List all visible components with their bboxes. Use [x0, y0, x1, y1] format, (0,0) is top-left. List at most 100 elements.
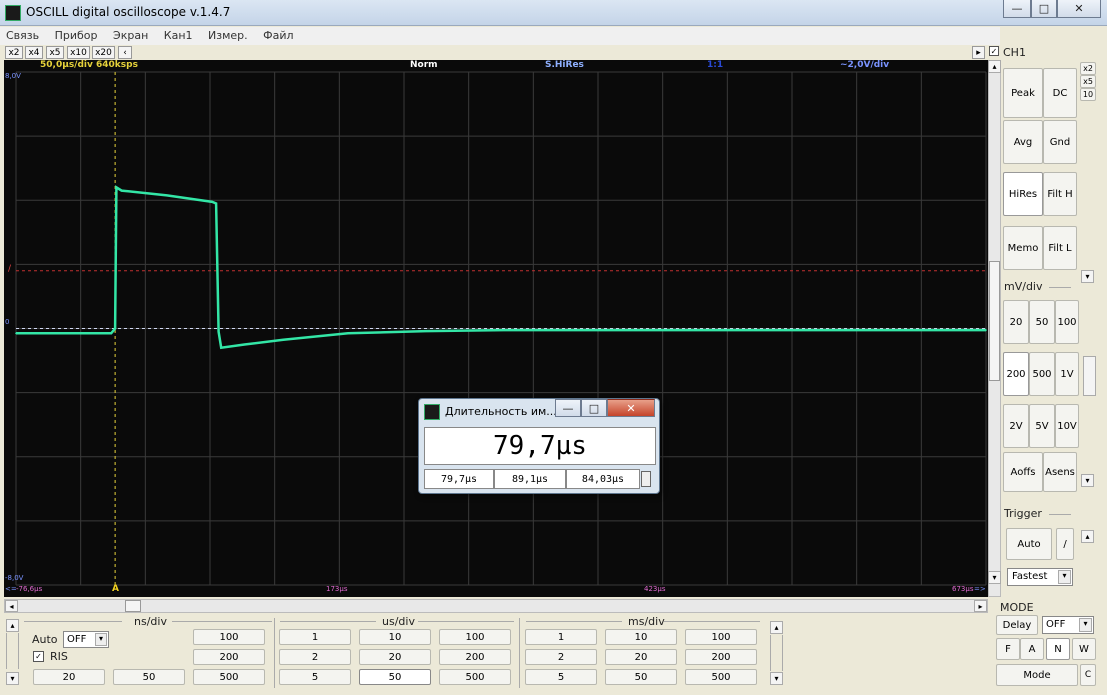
dialog-minimize-button[interactable]: — — [555, 399, 581, 417]
asens-button[interactable]: Asens — [1043, 452, 1077, 492]
ms-scroll-down[interactable]: ▾ — [770, 672, 783, 685]
mode-button[interactable]: Mode — [996, 664, 1078, 686]
v-10-button[interactable]: 10V — [1055, 404, 1079, 448]
vertical-scrollbar[interactable]: ▴ ▾ — [988, 60, 1001, 597]
ms-50-button[interactable]: 50 — [605, 669, 677, 685]
ms-5-button[interactable]: 5 — [525, 669, 597, 685]
ns-100-button[interactable]: 100 — [193, 629, 265, 645]
ms-20-button[interactable]: 20 — [605, 649, 677, 665]
us-50-button[interactable]: 50 — [359, 669, 431, 685]
ms-200-button[interactable]: 200 — [685, 649, 757, 665]
probe-x5-button[interactable]: x5 — [1080, 75, 1096, 88]
zoom-x10[interactable]: x10 — [67, 46, 90, 59]
ns-20-button[interactable]: 20 — [33, 669, 105, 685]
scope-screen[interactable]: 50,0µs/div 640ksps Norm S.HiRes 1:1 ~2,0… — [4, 60, 988, 597]
mode-w-button[interactable]: W — [1072, 638, 1096, 660]
us-20-button[interactable]: 20 — [359, 649, 431, 665]
v-5-button[interactable]: 5V — [1029, 404, 1055, 448]
scroll-right-arrow[interactable]: ▸ — [974, 600, 987, 612]
ms-100-button[interactable]: 100 — [685, 629, 757, 645]
mode-n-button[interactable]: N — [1046, 638, 1070, 660]
peak-button[interactable]: Peak — [1003, 68, 1043, 118]
memo-button[interactable]: Memo — [1003, 226, 1043, 270]
mode-f-button[interactable]: F — [996, 638, 1020, 660]
minimize-button[interactable]: — — [1003, 0, 1031, 18]
us-1-button[interactable]: 1 — [279, 629, 351, 645]
mv-50-button[interactable]: 50 — [1029, 300, 1055, 344]
mv-100-button[interactable]: 100 — [1055, 300, 1079, 344]
ns-scroll-up[interactable]: ▴ — [6, 619, 19, 632]
panel-scroll-down-1[interactable]: ▾ — [1081, 270, 1094, 283]
mv-200-button[interactable]: 200 — [1003, 352, 1029, 396]
panel-scroll-down-2[interactable]: ▾ — [1081, 474, 1094, 487]
us-500-button[interactable]: 500 — [439, 669, 511, 685]
maximize-button[interactable]: □ — [1031, 0, 1057, 18]
ns-500-button[interactable]: 500 — [193, 669, 265, 685]
us-5-button[interactable]: 5 — [279, 669, 351, 685]
auto-select[interactable]: OFF ▾ — [63, 631, 109, 648]
vscroll-thumb[interactable] — [989, 261, 1000, 381]
v-2-button[interactable]: 2V — [1003, 404, 1029, 448]
ns-200-button[interactable]: 200 — [193, 649, 265, 665]
filt-l-button[interactable]: Filt L — [1043, 226, 1077, 270]
zoom-left-arrow[interactable]: ‹ — [118, 46, 132, 59]
zoom-x4[interactable]: x4 — [25, 46, 43, 59]
filt-h-button[interactable]: Filt H — [1043, 172, 1077, 216]
mode-c-button[interactable]: C — [1080, 664, 1096, 686]
ms-500-button[interactable]: 500 — [685, 669, 757, 685]
chevron-down-icon[interactable]: ▾ — [1079, 618, 1092, 632]
panel-scroll-thumb[interactable] — [1083, 356, 1096, 396]
us-10-button[interactable]: 10 — [359, 629, 431, 645]
ms-scroll-up[interactable]: ▴ — [770, 621, 783, 634]
trigger-slope-button[interactable]: / — [1056, 528, 1074, 560]
ch1-checkbox[interactable]: ✓ — [989, 46, 999, 56]
time-scrollbar[interactable]: ◂ ▸ — [4, 599, 988, 613]
dc-button[interactable]: DC — [1043, 68, 1077, 118]
vscroll-down-arrow[interactable]: ▾ — [988, 571, 1001, 584]
ms-2-button[interactable]: 2 — [525, 649, 597, 665]
chevron-down-icon[interactable]: ▾ — [1058, 570, 1071, 584]
panel-scroll-up-3[interactable]: ▴ — [1081, 530, 1094, 543]
scroll-left-arrow[interactable]: ◂ — [5, 600, 18, 612]
ms-scroll-track[interactable] — [770, 635, 783, 671]
mv-20-button[interactable]: 20 — [1003, 300, 1029, 344]
menu-ekran[interactable]: Экран — [107, 27, 154, 44]
probe-x10-button[interactable]: 10 — [1080, 88, 1096, 101]
ns-scroll-down[interactable]: ▾ — [6, 672, 19, 685]
trigger-auto-button[interactable]: Auto — [1006, 528, 1052, 560]
zoom-x20[interactable]: x20 — [92, 46, 115, 59]
scroll-right-arrow-top[interactable]: ▸ — [972, 46, 985, 59]
ns-scroll-track[interactable] — [6, 633, 19, 669]
dialog-copy-icon[interactable] — [641, 471, 651, 487]
trigger-level-marker[interactable]: / — [8, 264, 11, 274]
zoom-x5[interactable]: x5 — [46, 46, 64, 59]
ns-50-button[interactable]: 50 — [113, 669, 185, 685]
mode-a-button[interactable]: A — [1020, 638, 1044, 660]
vscroll-up-arrow[interactable]: ▴ — [988, 60, 1001, 73]
zoom-x2[interactable]: x2 — [5, 46, 23, 59]
delay-button[interactable]: Delay — [996, 615, 1038, 635]
dialog-close-button[interactable]: ✕ — [607, 399, 655, 417]
menu-kan1[interactable]: Кан1 — [158, 27, 199, 44]
hires-button[interactable]: HiRes — [1003, 172, 1043, 216]
ms-10-button[interactable]: 10 — [605, 629, 677, 645]
ms-1-button[interactable]: 1 — [525, 629, 597, 645]
mv-500-button[interactable]: 500 — [1029, 352, 1055, 396]
us-200-button[interactable]: 200 — [439, 649, 511, 665]
aoffs-button[interactable]: Aoffs — [1003, 452, 1043, 492]
gnd-button[interactable]: Gnd — [1043, 120, 1077, 164]
menu-fayl[interactable]: Файл — [257, 27, 299, 44]
scroll-thumb[interactable] — [125, 600, 141, 612]
v-1-button[interactable]: 1V — [1055, 352, 1079, 396]
menu-svyaz[interactable]: Связь — [0, 27, 45, 44]
us-2-button[interactable]: 2 — [279, 649, 351, 665]
delay-select[interactable]: OFF ▾ — [1042, 616, 1094, 634]
chevron-down-icon[interactable]: ▾ — [95, 633, 107, 646]
trigger-speed-select[interactable]: Fastest ▾ — [1007, 568, 1073, 586]
ris-checkbox[interactable]: ✓ — [33, 651, 44, 662]
dialog-maximize-button[interactable]: □ — [581, 399, 607, 417]
menu-izmer[interactable]: Измер. — [202, 27, 254, 44]
close-button[interactable]: ✕ — [1057, 0, 1101, 18]
probe-x2-button[interactable]: x2 — [1080, 62, 1096, 75]
us-100-button[interactable]: 100 — [439, 629, 511, 645]
